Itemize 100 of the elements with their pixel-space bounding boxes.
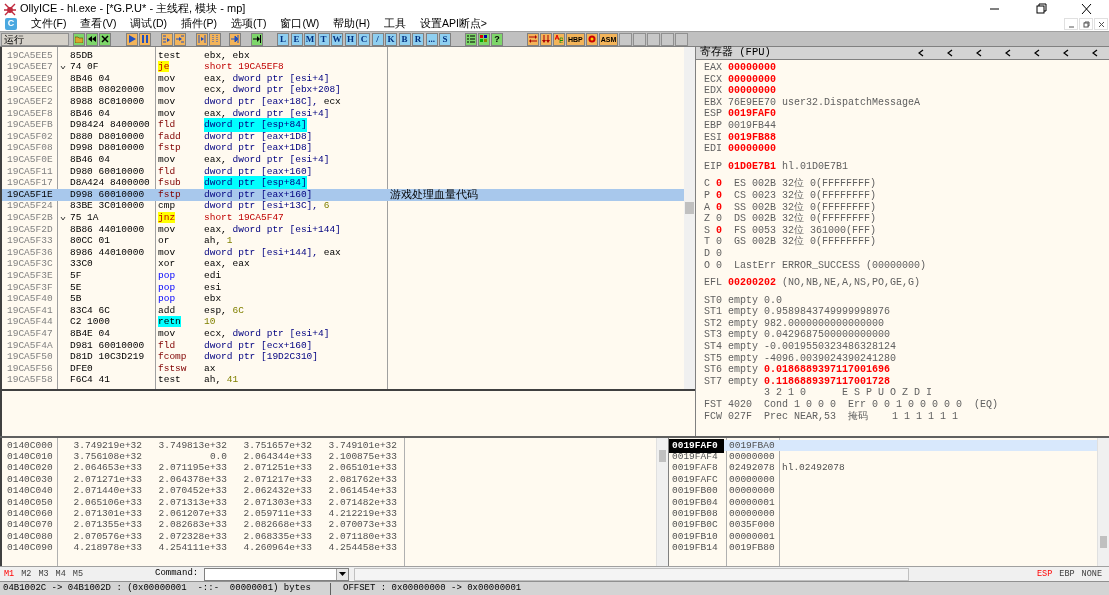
menu-item[interactable]: 选项(T) xyxy=(231,16,267,32)
menu-item[interactable]: 文件(F) xyxy=(31,16,67,32)
command-field[interactable] xyxy=(204,567,350,581)
step-over-icon xyxy=(176,35,184,43)
status-text: OFFSET : 0x00000000 -> 0x00000001 xyxy=(342,582,522,595)
menu-item[interactable]: 调试(D) xyxy=(130,16,167,32)
flag-value: 0 xyxy=(716,247,724,260)
step-over-button[interactable] xyxy=(174,32,186,46)
letters-ab-button[interactable] xyxy=(553,32,565,46)
toolbar-button[interactable]: R xyxy=(412,32,424,46)
minimize-button[interactable] xyxy=(1064,18,1078,30)
mnemonic-cell: fstsw xyxy=(158,362,187,374)
address-cell-text: 19CA5F2D xyxy=(6,222,54,237)
grid-button[interactable] xyxy=(478,32,490,46)
operand: edi xyxy=(204,268,222,283)
operand: esi xyxy=(204,280,222,294)
address-cell-text: 19CA5F58 xyxy=(6,373,54,388)
toolbar-button[interactable]: / xyxy=(371,32,384,46)
window-title: OllyICE - hl.exe - [*G.P.U* - 主线程, 模块 - mp] xyxy=(20,1,246,17)
scrollbar-thumb[interactable] xyxy=(659,450,666,462)
toolbar-button[interactable]: T xyxy=(317,32,330,46)
flag-name: A xyxy=(704,201,710,214)
data-cell-text: 4.260964e+33 xyxy=(242,541,312,556)
toolbar-button[interactable]: B xyxy=(398,32,411,46)
trace-into-icon xyxy=(198,35,206,43)
target-button[interactable] xyxy=(585,32,598,46)
stack-mode-tab[interactable]: EBP xyxy=(1059,567,1075,581)
menu-item[interactable]: 插件(P) xyxy=(181,16,217,32)
close-icon xyxy=(1079,2,1093,15)
mnemonic-cell: xor xyxy=(158,258,176,270)
trace-into-button[interactable] xyxy=(196,32,208,46)
flag-value: 0 xyxy=(716,224,724,237)
toolbar-button[interactable]: S xyxy=(439,32,451,46)
menu-item[interactable]: 窗口(W) xyxy=(280,16,320,32)
toolbar-button[interactable]: W xyxy=(331,32,343,46)
fpu-tag: empty xyxy=(728,317,759,330)
memory-tab[interactable]: M5 xyxy=(72,567,83,581)
toolbar-button[interactable]: L xyxy=(277,32,289,46)
operand: dword ptr [esi+144] xyxy=(232,222,341,237)
close-button[interactable] xyxy=(99,32,111,46)
flag-name: S xyxy=(704,224,710,237)
chevron-left-icon xyxy=(1004,49,1011,57)
flag-value: 0 xyxy=(716,213,724,225)
arrows-down-icon xyxy=(542,35,550,43)
trace-over-button[interactable] xyxy=(209,32,221,46)
restore-button[interactable] xyxy=(1079,18,1093,30)
operand: short 19CA5EF8 xyxy=(204,60,284,74)
toolbar-button[interactable]: M xyxy=(304,32,316,46)
register-value: 00200202 xyxy=(728,277,777,289)
address-cell-text: 0140C090 xyxy=(6,541,54,556)
mnemonic-cell: test xyxy=(158,374,181,386)
rewind-button[interactable] xyxy=(86,32,98,46)
scrollbar-thumb[interactable] xyxy=(1100,536,1107,548)
register-name: EDI xyxy=(704,143,722,155)
address-cell-text: 0019FB14 xyxy=(671,541,719,556)
address-cell-text: 19CA5F2B xyxy=(6,211,54,225)
mnemonic-cell: cmp xyxy=(158,200,176,212)
toolbar-button[interactable]: K xyxy=(385,32,397,46)
memory-tab[interactable]: M2 xyxy=(21,567,32,581)
toolbar-button[interactable]: E xyxy=(290,32,303,46)
data-cell-text: 4.218978e+33 xyxy=(72,541,142,556)
hex-cell: 85DB xyxy=(70,48,93,63)
menu-item[interactable]: 工具 xyxy=(383,16,406,32)
address-cell-text: 19CA5F0E xyxy=(6,153,54,167)
rewind-icon xyxy=(88,35,96,43)
toolbar-button[interactable]: ... xyxy=(425,32,438,46)
operand: dword ptr [eax+18C], xyxy=(204,95,319,109)
folder-icon xyxy=(75,35,83,43)
restore-icon xyxy=(1082,20,1090,28)
register-name: ESP xyxy=(704,108,722,120)
swap-button[interactable] xyxy=(527,32,539,46)
toolbar-button[interactable]: H xyxy=(344,32,357,46)
register-value: 982.0000000000000000 xyxy=(764,317,885,330)
menu-item[interactable]: 帮助(H) xyxy=(333,16,370,32)
stack-mode-tab[interactable]: ESP xyxy=(1036,567,1053,581)
comment-cell-text: hl.02492078 xyxy=(781,461,845,476)
return-button[interactable] xyxy=(229,32,241,46)
play-button[interactable] xyxy=(126,32,138,46)
operand: dword ptr [ebx+208] xyxy=(232,83,341,97)
step-into-button[interactable] xyxy=(161,32,173,46)
arrows-down-button[interactable] xyxy=(540,32,552,46)
memory-tab[interactable]: M4 xyxy=(55,567,66,581)
value-cell-text: 0019FB80 xyxy=(728,541,776,556)
hex-cell: D980 60010000 xyxy=(70,164,145,179)
memory-tab[interactable]: M3 xyxy=(38,567,49,581)
help-button[interactable]: ? xyxy=(491,32,503,46)
stack-mode-tab[interactable]: NONE xyxy=(1081,567,1102,581)
memory-tab[interactable]: M1 xyxy=(4,567,15,581)
input-field[interactable] xyxy=(354,567,910,581)
pause-button[interactable] xyxy=(139,32,151,46)
operand: eax, xyxy=(204,71,227,86)
menu-item[interactable]: 查看(V) xyxy=(80,16,117,32)
menu-item[interactable]: 设置API断点> xyxy=(419,16,487,32)
register-name: EBX xyxy=(704,96,722,109)
goto-button[interactable] xyxy=(251,32,263,46)
segment-register: SS 002B 32位 0(FFFFFFFF) xyxy=(734,201,877,213)
list-button[interactable] xyxy=(465,32,477,46)
register-value: 0.0 xyxy=(764,294,783,307)
toolbar-button[interactable]: C xyxy=(358,32,370,46)
scrollbar-thumb[interactable] xyxy=(685,202,694,214)
